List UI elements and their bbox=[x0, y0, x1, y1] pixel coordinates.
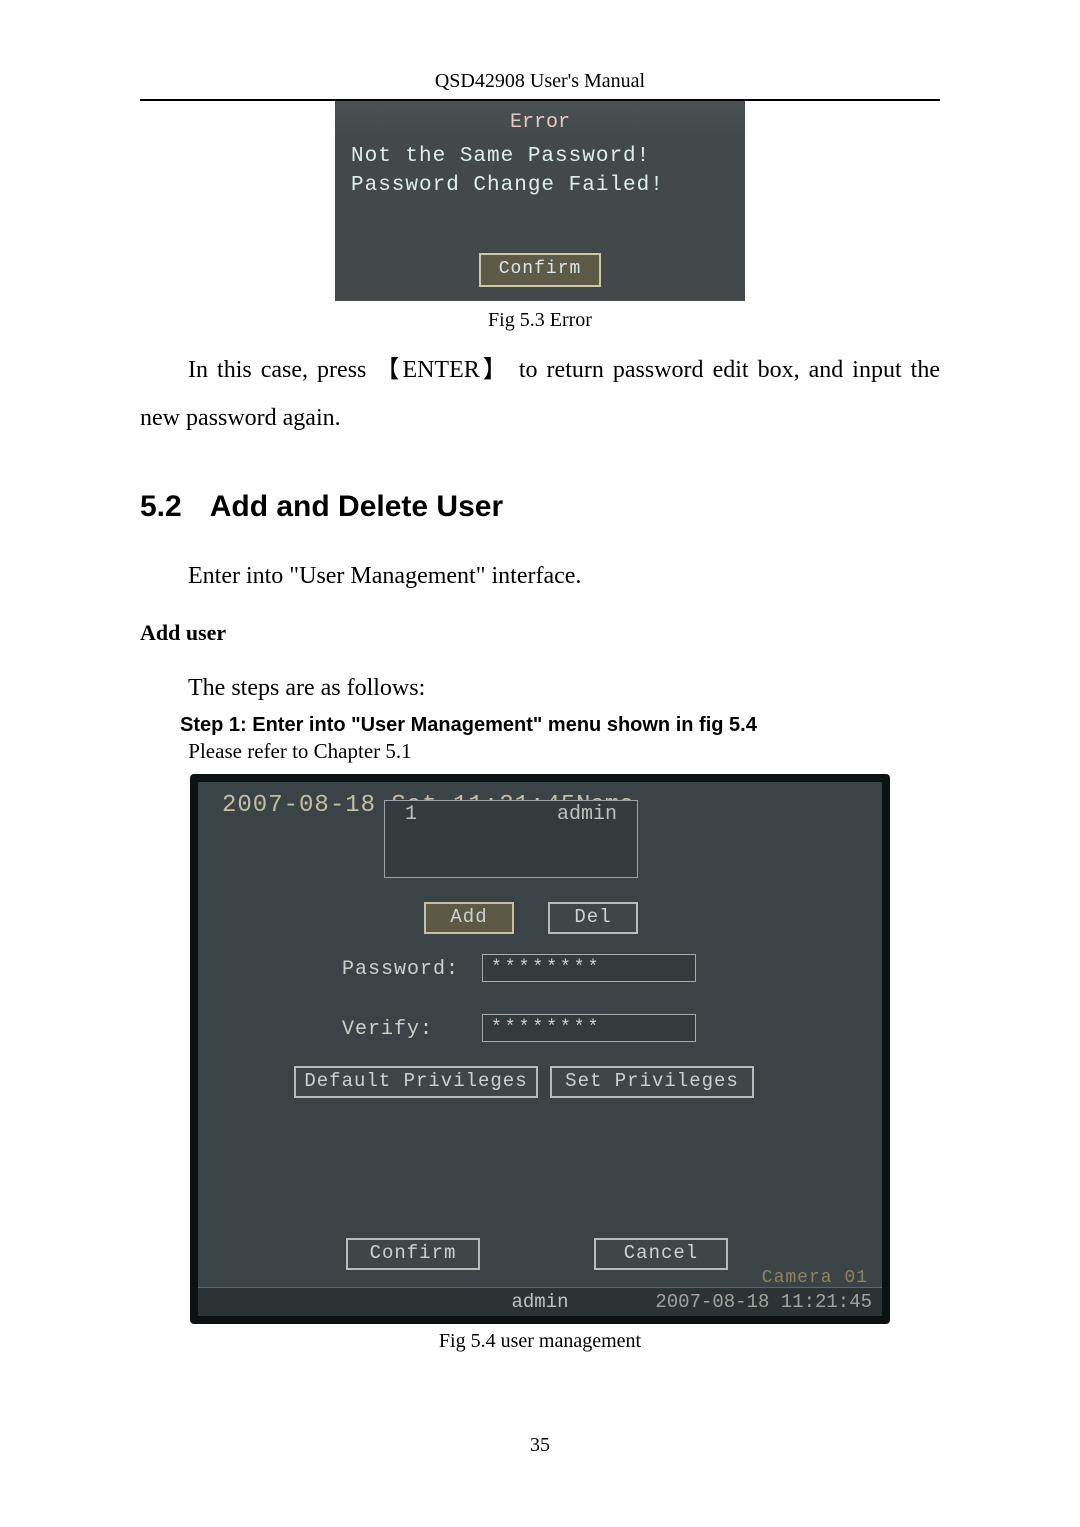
paragraph-press-enter: In this case, press 【ENTER】 to return pa… bbox=[140, 346, 940, 442]
cancel-button[interactable]: Cancel bbox=[594, 1238, 728, 1270]
error-confirm-button[interactable]: Confirm bbox=[479, 253, 601, 287]
error-line-1: Not the Same Password! bbox=[335, 139, 745, 168]
verify-label: Verify: bbox=[342, 1018, 433, 1041]
set-privileges-button[interactable]: Set Privileges bbox=[550, 1066, 754, 1098]
section-heading: 5.2Add and Delete User bbox=[140, 490, 940, 524]
step-1: Step 1: Enter into "User Management" men… bbox=[140, 714, 940, 737]
verify-input[interactable]: ******** bbox=[482, 1014, 696, 1042]
error-dialog-title: Error bbox=[335, 101, 745, 139]
paragraph-enter-um: Enter into "User Management" interface. bbox=[140, 552, 940, 600]
error-line-2: Password Change Failed! bbox=[335, 168, 745, 197]
running-header: QSD42908 User's Manual bbox=[140, 70, 940, 93]
page-number: 35 bbox=[0, 1434, 1080, 1457]
status-user: admin bbox=[511, 1291, 568, 1313]
user-list-no: 1 bbox=[405, 803, 417, 826]
password-label: Password: bbox=[342, 958, 459, 981]
user-list[interactable]: 1 admin bbox=[384, 800, 638, 878]
fig-5-4-caption: Fig 5.4 user management bbox=[140, 1330, 940, 1353]
user-management-screenshot: 2007-08-18 Sat 11:21:45 Name 1 admin Add… bbox=[190, 774, 890, 1324]
section-number: 5.2 bbox=[140, 490, 210, 523]
steps-intro: The steps are as follows: bbox=[140, 664, 940, 712]
confirm-button[interactable]: Confirm bbox=[346, 1238, 480, 1270]
user-list-row[interactable]: 1 admin bbox=[385, 801, 637, 828]
step-1-ref: Please refer to Chapter 5.1 bbox=[140, 739, 940, 764]
status-time: 2007-08-18 11:21:45 bbox=[655, 1291, 872, 1313]
status-bar: admin 2007-08-18 11:21:45 bbox=[198, 1287, 882, 1316]
error-dialog-screenshot: Error Not the Same Password! Password Ch… bbox=[335, 101, 745, 301]
add-user-heading: Add user bbox=[140, 620, 940, 646]
del-button[interactable]: Del bbox=[548, 902, 638, 934]
section-title: Add and Delete User bbox=[210, 490, 503, 523]
add-button[interactable]: Add bbox=[424, 902, 514, 934]
password-input[interactable]: ******** bbox=[482, 954, 696, 982]
user-list-name: admin bbox=[557, 803, 617, 826]
fig-5-3-caption: Fig 5.3 Error bbox=[140, 309, 940, 332]
default-privileges-button[interactable]: Default Privileges bbox=[294, 1066, 538, 1098]
camera-label: Camera 01 bbox=[762, 1268, 868, 1288]
